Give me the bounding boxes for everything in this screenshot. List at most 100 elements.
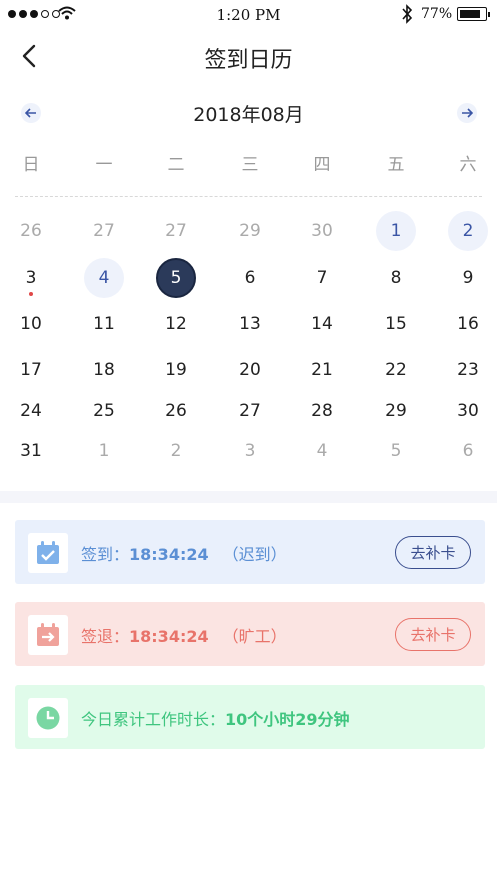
calendar-day-number: 14	[311, 314, 333, 334]
work-duration-card: 今日累计工作时长：10个小时29分钟	[15, 685, 485, 749]
calendar-day-number: 3	[25, 268, 37, 288]
check-out-label: 签退：	[81, 627, 130, 646]
check-in-note: （迟到）	[222, 545, 287, 564]
calendar-day[interactable]: 31	[11, 431, 51, 471]
calendar-day-number: 6	[462, 441, 474, 461]
calendar-day[interactable]: 3	[11, 258, 51, 298]
calendar-day-number: 15	[385, 314, 407, 334]
calendar-day[interactable]: 14	[302, 304, 342, 344]
check-in-card: 签到：18:34:24 （迟到） 去补卡	[15, 520, 485, 584]
calendar-day-number: 11	[93, 314, 115, 334]
calendar-grid: 26 27 27 29 30 1 2 3 4 5 6 7 8 9 10 11 12 13 14 15 16 17 18 19 2…	[0, 0, 497, 480]
check-in-makeup-button[interactable]: 去补卡	[395, 536, 471, 569]
work-duration-text: 今日累计工作时长：10个小时29分钟	[81, 706, 350, 730]
calendar-day[interactable]: 27	[230, 391, 270, 431]
calendar-day[interactable]: 23	[448, 350, 488, 390]
calendar-day-number: 2	[170, 441, 182, 461]
calendar-day-number: 29	[385, 401, 407, 421]
calendar-day-number: 31	[20, 441, 42, 461]
calendar-day-number: 9	[462, 268, 474, 288]
calendar-day[interactable]: 1	[84, 431, 124, 471]
calendar-day[interactable]: 3	[230, 431, 270, 471]
work-duration-label: 今日累计工作时长：	[81, 710, 226, 729]
calendar-day-number: 27	[165, 221, 187, 241]
calendar-day[interactable]: 9	[448, 258, 488, 298]
calendar-exit-icon	[37, 623, 59, 646]
calendar-day[interactable]: 7	[302, 258, 342, 298]
check-out-note: （旷工）	[222, 627, 287, 646]
check-in-label: 签到：	[81, 545, 130, 564]
check-in-icon-box	[28, 533, 68, 573]
calendar-day-number: 30	[457, 401, 479, 421]
calendar-day-number: 16	[457, 314, 479, 334]
calendar-day[interactable]: 16	[448, 304, 488, 344]
calendar-day[interactable]: 4	[302, 431, 342, 471]
calendar-day-number: 27	[93, 221, 115, 241]
calendar-day-number: 5	[390, 441, 402, 461]
calendar-day-number: 21	[311, 360, 333, 380]
calendar-day[interactable]: 2	[156, 431, 196, 471]
calendar-day-number: 12	[165, 314, 187, 334]
absence-dot	[29, 292, 33, 296]
calendar-day-number: 6	[244, 268, 256, 288]
work-duration-value: 10个小时29分钟	[225, 710, 350, 729]
calendar-day-number: 1	[98, 441, 110, 461]
calendar-day[interactable]: 21	[302, 350, 342, 390]
calendar-day-number: 29	[239, 221, 261, 241]
calendar-day[interactable]: 6	[448, 431, 488, 471]
calendar-day[interactable]: 26	[11, 211, 51, 251]
calendar-day-number: 26	[20, 221, 42, 241]
check-in-text: 签到：18:34:24 （迟到）	[81, 541, 287, 565]
calendar-day-number: 24	[20, 401, 42, 421]
calendar-day-number: 19	[165, 360, 187, 380]
check-out-icon-box	[28, 615, 68, 655]
calendar-day[interactable]: 19	[156, 350, 196, 390]
calendar-day-number: 5	[170, 268, 182, 288]
calendar-day-number: 10	[20, 314, 42, 334]
check-out-time: 18:34:24	[129, 627, 209, 646]
calendar-day-number: 17	[20, 360, 42, 380]
calendar-day-number: 23	[457, 360, 479, 380]
calendar-day[interactable]: 15	[376, 304, 416, 344]
calendar-day[interactable]: 5	[376, 431, 416, 471]
calendar-day[interactable]: 12	[156, 304, 196, 344]
calendar-day[interactable]: 27	[84, 211, 124, 251]
calendar-day[interactable]: 25	[84, 391, 124, 431]
calendar-day[interactable]: 4	[84, 258, 124, 298]
calendar-day[interactable]: 27	[156, 211, 196, 251]
calendar-day-number: 13	[239, 314, 261, 334]
calendar-day[interactable]: 2	[448, 211, 488, 251]
calendar-day-number: 4	[98, 268, 110, 288]
calendar-day[interactable]: 20	[230, 350, 270, 390]
calendar-day-number: 27	[239, 401, 261, 421]
calendar-day-number: 4	[316, 441, 328, 461]
calendar-day[interactable]: 11	[84, 304, 124, 344]
check-out-makeup-button[interactable]: 去补卡	[395, 618, 471, 651]
check-out-text: 签退：18:34:24 （旷工）	[81, 623, 287, 647]
calendar-day-number: 18	[93, 360, 115, 380]
calendar-day[interactable]: 24	[11, 391, 51, 431]
calendar-day[interactable]: 29	[230, 211, 270, 251]
calendar-day-selected[interactable]: 5	[156, 258, 196, 298]
calendar-day-number: 7	[316, 268, 328, 288]
calendar-day[interactable]: 8	[376, 258, 416, 298]
calendar-day[interactable]: 26	[156, 391, 196, 431]
calendar-day[interactable]: 1	[376, 211, 416, 251]
check-in-time: 18:34:24	[129, 545, 209, 564]
calendar-day-number: 8	[390, 268, 402, 288]
calendar-day[interactable]: 22	[376, 350, 416, 390]
calendar-day[interactable]: 30	[302, 211, 342, 251]
clock-icon	[36, 706, 60, 730]
calendar-day[interactable]: 30	[448, 391, 488, 431]
calendar-check-icon	[37, 541, 59, 564]
calendar-day[interactable]: 18	[84, 350, 124, 390]
calendar-day[interactable]: 13	[230, 304, 270, 344]
calendar-day[interactable]: 17	[11, 350, 51, 390]
calendar-day-number: 30	[311, 221, 333, 241]
calendar-day-number: 28	[311, 401, 333, 421]
calendar-day-number: 3	[244, 441, 256, 461]
calendar-day[interactable]: 29	[376, 391, 416, 431]
calendar-day[interactable]: 6	[230, 258, 270, 298]
calendar-day[interactable]: 10	[11, 304, 51, 344]
calendar-day[interactable]: 28	[302, 391, 342, 431]
